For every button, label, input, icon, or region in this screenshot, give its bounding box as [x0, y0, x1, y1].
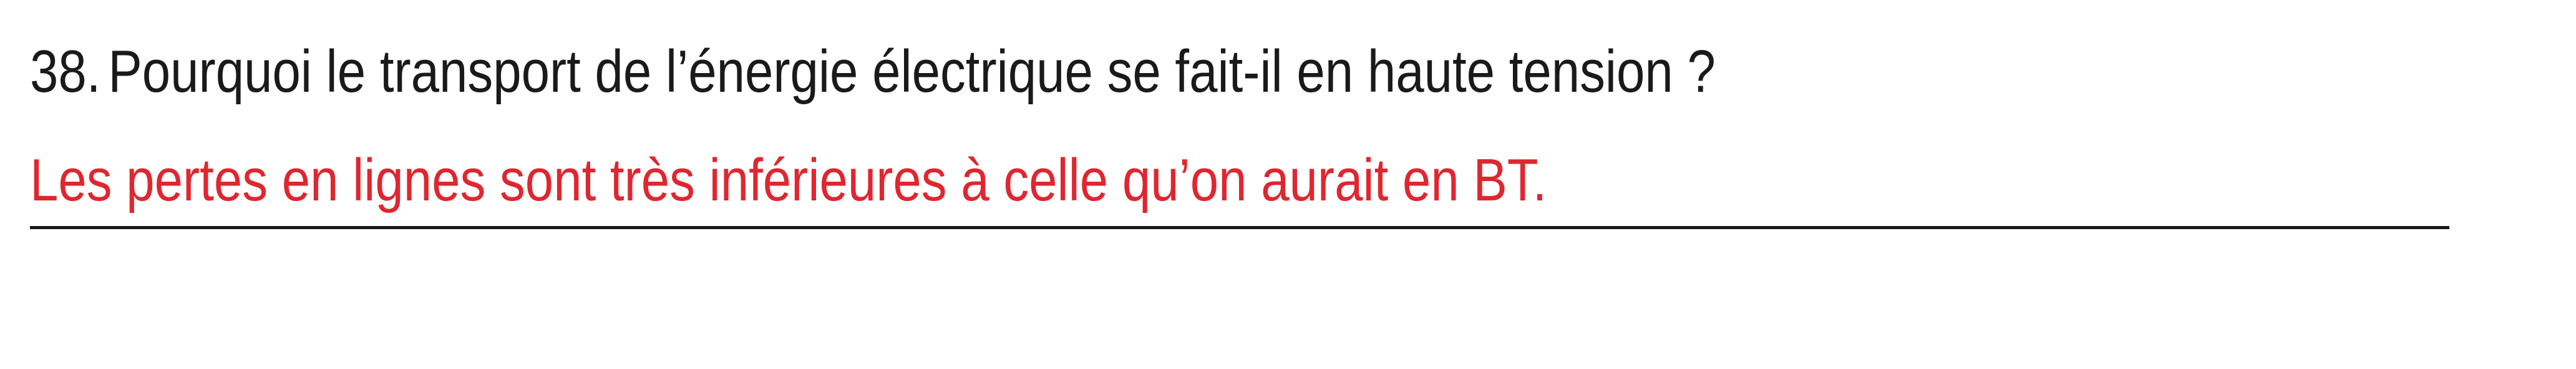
page: { "question": { "number": "38.", "text":… — [0, 0, 2576, 369]
answer-line: Les pertes en lignes sont très inférieur… — [30, 145, 2449, 229]
answer-text: Les pertes en lignes sont très inférieur… — [30, 147, 1547, 214]
question: 38. Pourquoi le transport de l’énergie él… — [30, 37, 1716, 106]
question-number: 38. — [30, 38, 101, 105]
question-text: Pourquoi le transport de l’énergie élect… — [108, 38, 1716, 105]
